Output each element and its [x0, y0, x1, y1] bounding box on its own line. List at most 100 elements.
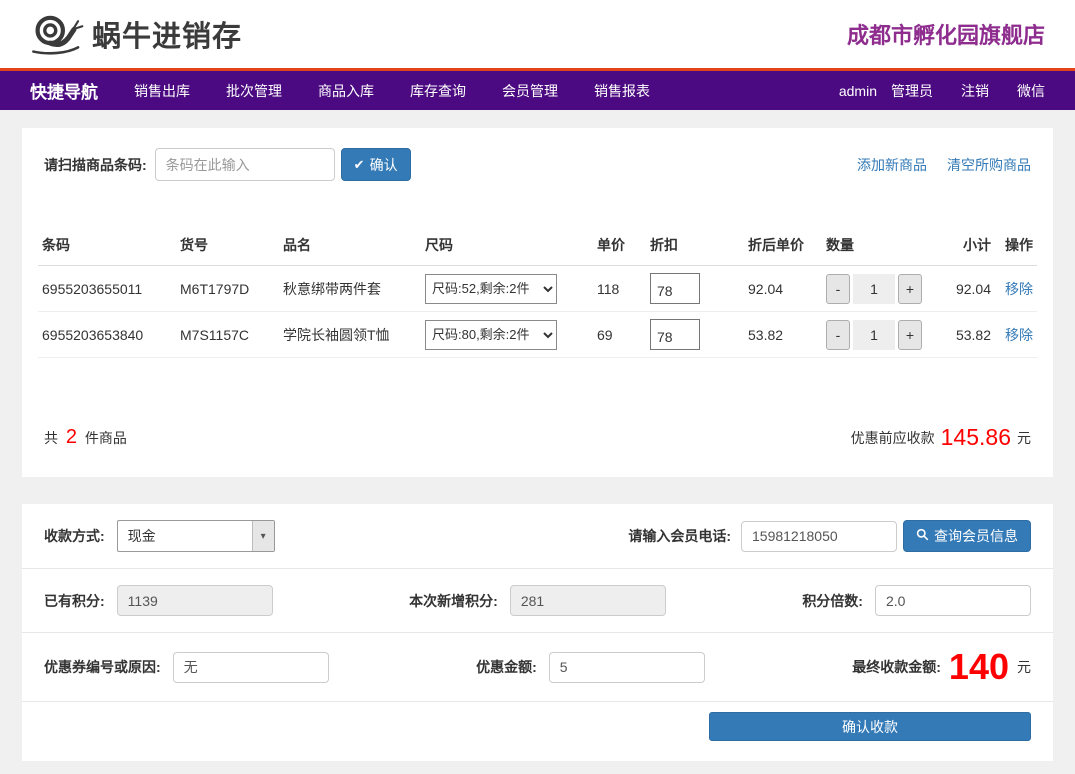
cell-barcode: 6955203653840: [38, 311, 176, 358]
items-table: 条码 货号 品名 尺码 单价 折扣 折后单价 数量 小计 操作 69552036…: [38, 225, 1037, 358]
pre-discount-label: 优惠前应收款: [850, 429, 935, 446]
qty-plus-button[interactable]: +: [898, 273, 922, 304]
nav-logout[interactable]: 注销: [961, 81, 989, 101]
cell-sku: M6T1797D: [176, 265, 279, 312]
discount-amount-group: 优惠金额:: [476, 651, 705, 683]
confirm-payment-row: 确认收款: [22, 702, 1053, 741]
points-multiplier-input[interactable]: [874, 585, 1031, 616]
remove-item-link[interactable]: 移除: [1005, 327, 1033, 343]
coupon-input[interactable]: [172, 651, 329, 683]
total-count: 2: [65, 426, 78, 448]
qty-plus-button[interactable]: +: [898, 319, 922, 350]
existing-points-group: 已有积分:: [44, 585, 273, 616]
nav-item-batch-management[interactable]: 批次管理: [226, 81, 282, 101]
cell-sku: M7S1157C: [176, 311, 279, 358]
nav-item-quick-nav[interactable]: 快捷导航: [30, 78, 98, 103]
confirm-payment-button[interactable]: 确认收款: [709, 712, 1031, 741]
size-select[interactable]: 尺码:52,剩余:2件: [425, 273, 557, 304]
quantity-stepper: - 1 +: [826, 273, 922, 304]
nav-item-sales-report[interactable]: 销售报表: [594, 81, 650, 101]
cell-subtotal: 92.04: [940, 265, 995, 312]
payment-method-select[interactable]: 现金: [116, 520, 275, 552]
app-header: 蜗牛进销存 成都市孵化园旗舰店: [0, 0, 1075, 68]
col-barcode: 条码: [38, 225, 176, 266]
coupon-group: 优惠券编号或原因:: [44, 651, 329, 683]
col-name: 品名: [279, 225, 421, 266]
col-discount: 折扣: [646, 225, 744, 266]
cell-discounted-price: 92.04: [744, 265, 822, 312]
discount-row: 优惠券编号或原因: 优惠金额: 最终收款金额: 140 元: [22, 633, 1053, 702]
col-unit-price: 单价: [593, 225, 646, 266]
payment-card: 收款方式: 现金 ▾ 请输入会员电话: 查询会员信息 已有积分:: [22, 504, 1053, 761]
final-amount-group: 最终收款金额: 140 元: [852, 649, 1031, 685]
cell-subtotal: 53.82: [940, 311, 995, 358]
cell-unit-price: 69: [593, 311, 646, 358]
brand-title: 蜗牛进销存: [92, 21, 243, 53]
payment-method-label: 收款方式:: [44, 528, 105, 544]
barcode-input[interactable]: [154, 148, 335, 181]
existing-points-label: 已有积分:: [44, 592, 105, 609]
col-discounted-price: 折后单价: [744, 225, 822, 266]
discount-input[interactable]: [650, 273, 700, 304]
clear-cart-link[interactable]: 清空所购商品: [947, 155, 1031, 175]
cart-card: 请扫描商品条码: ✔ 确认 添加新商品 清空所购商品 条码 货号 品名 尺码 单…: [22, 128, 1053, 477]
snail-logo-icon: [30, 11, 84, 58]
cell-discounted-price: 53.82: [744, 311, 822, 358]
member-phone-input[interactable]: [741, 520, 897, 552]
quantity-stepper: - 1 +: [826, 319, 922, 350]
col-size: 尺码: [421, 225, 593, 266]
table-row: 6955203655011 M6T1797D 秋意绑带两件套 尺码:52,剩余:…: [38, 265, 1037, 312]
discount-amount-label: 优惠金额:: [476, 659, 537, 675]
qty-value: 1: [853, 273, 895, 304]
confirm-barcode-button[interactable]: ✔ 确认: [340, 148, 411, 181]
final-amount-label: 最终收款金额:: [852, 659, 941, 675]
nav-item-product-inbound[interactable]: 商品入库: [318, 81, 374, 101]
col-qty: 数量: [822, 225, 940, 266]
new-points-input: [509, 585, 666, 616]
pre-discount-amount: 145.86: [940, 424, 1011, 450]
discount-amount-input[interactable]: [548, 651, 705, 683]
cell-unit-price: 118: [593, 265, 646, 312]
final-currency-label: 元: [1017, 659, 1031, 675]
nav-wechat[interactable]: 微信: [1017, 81, 1045, 101]
main-nav: 快捷导航 销售出库 批次管理 商品入库 库存查询 会员管理 销售报表 admin…: [0, 68, 1075, 110]
confirm-barcode-label: 确认: [369, 156, 398, 173]
payment-method-row: 收款方式: 现金 ▾ 请输入会员电话: 查询会员信息: [22, 504, 1053, 569]
nav-item-sales-outbound[interactable]: 销售出库: [134, 81, 190, 101]
cell-barcode: 6955203655011: [38, 265, 176, 312]
col-sku: 货号: [176, 225, 279, 266]
nav-item-member-management[interactable]: 会员管理: [502, 81, 558, 101]
scan-label: 请扫描商品条码:: [44, 156, 147, 173]
total-count-text: 共 2 件商品: [44, 426, 127, 448]
col-actions: 操作: [995, 225, 1037, 266]
check-icon: ✔: [353, 156, 365, 172]
items-header-row: 条码 货号 品名 尺码 单价 折扣 折后单价 数量 小计 操作: [38, 225, 1037, 266]
remove-item-link[interactable]: 移除: [1005, 281, 1033, 297]
qty-minus-button[interactable]: -: [826, 273, 850, 304]
qty-minus-button[interactable]: -: [826, 319, 850, 350]
points-row: 已有积分: 本次新增积分: 积分倍数:: [22, 569, 1053, 633]
add-product-link[interactable]: 添加新商品: [857, 155, 927, 175]
search-icon: [916, 528, 929, 544]
nav-left: 快捷导航 销售出库 批次管理 商品入库 库存查询 会员管理 销售报表: [30, 78, 650, 103]
points-multiplier-group: 积分倍数:: [802, 585, 1031, 616]
nav-username[interactable]: admin: [839, 83, 877, 99]
col-subtotal: 小计: [940, 225, 995, 266]
member-phone-group: 请输入会员电话: 查询会员信息: [628, 520, 1031, 552]
nav-role[interactable]: 管理员: [891, 81, 933, 101]
currency-label: 元: [1017, 429, 1031, 446]
cell-name: 学院长袖圆领T恤: [279, 311, 421, 358]
pre-discount-total: 优惠前应收款 145.86 元: [851, 424, 1031, 451]
existing-points-input: [116, 585, 273, 616]
nav-item-inventory-query[interactable]: 库存查询: [410, 81, 466, 101]
query-member-button[interactable]: 查询会员信息: [903, 520, 1031, 552]
brand: 蜗牛进销存: [30, 11, 242, 58]
qty-value: 1: [853, 319, 895, 350]
store-name: 成都市孵化园旗舰店: [846, 23, 1045, 48]
new-points-label: 本次新增积分:: [409, 592, 498, 609]
payment-method-select-wrap: 现金 ▾: [116, 520, 275, 552]
discount-input[interactable]: [650, 319, 700, 350]
size-select[interactable]: 尺码:80,剩余:2件: [425, 319, 557, 350]
summary-row: 共 2 件商品 优惠前应收款 145.86 元: [38, 424, 1037, 451]
query-member-label: 查询会员信息: [934, 528, 1018, 544]
